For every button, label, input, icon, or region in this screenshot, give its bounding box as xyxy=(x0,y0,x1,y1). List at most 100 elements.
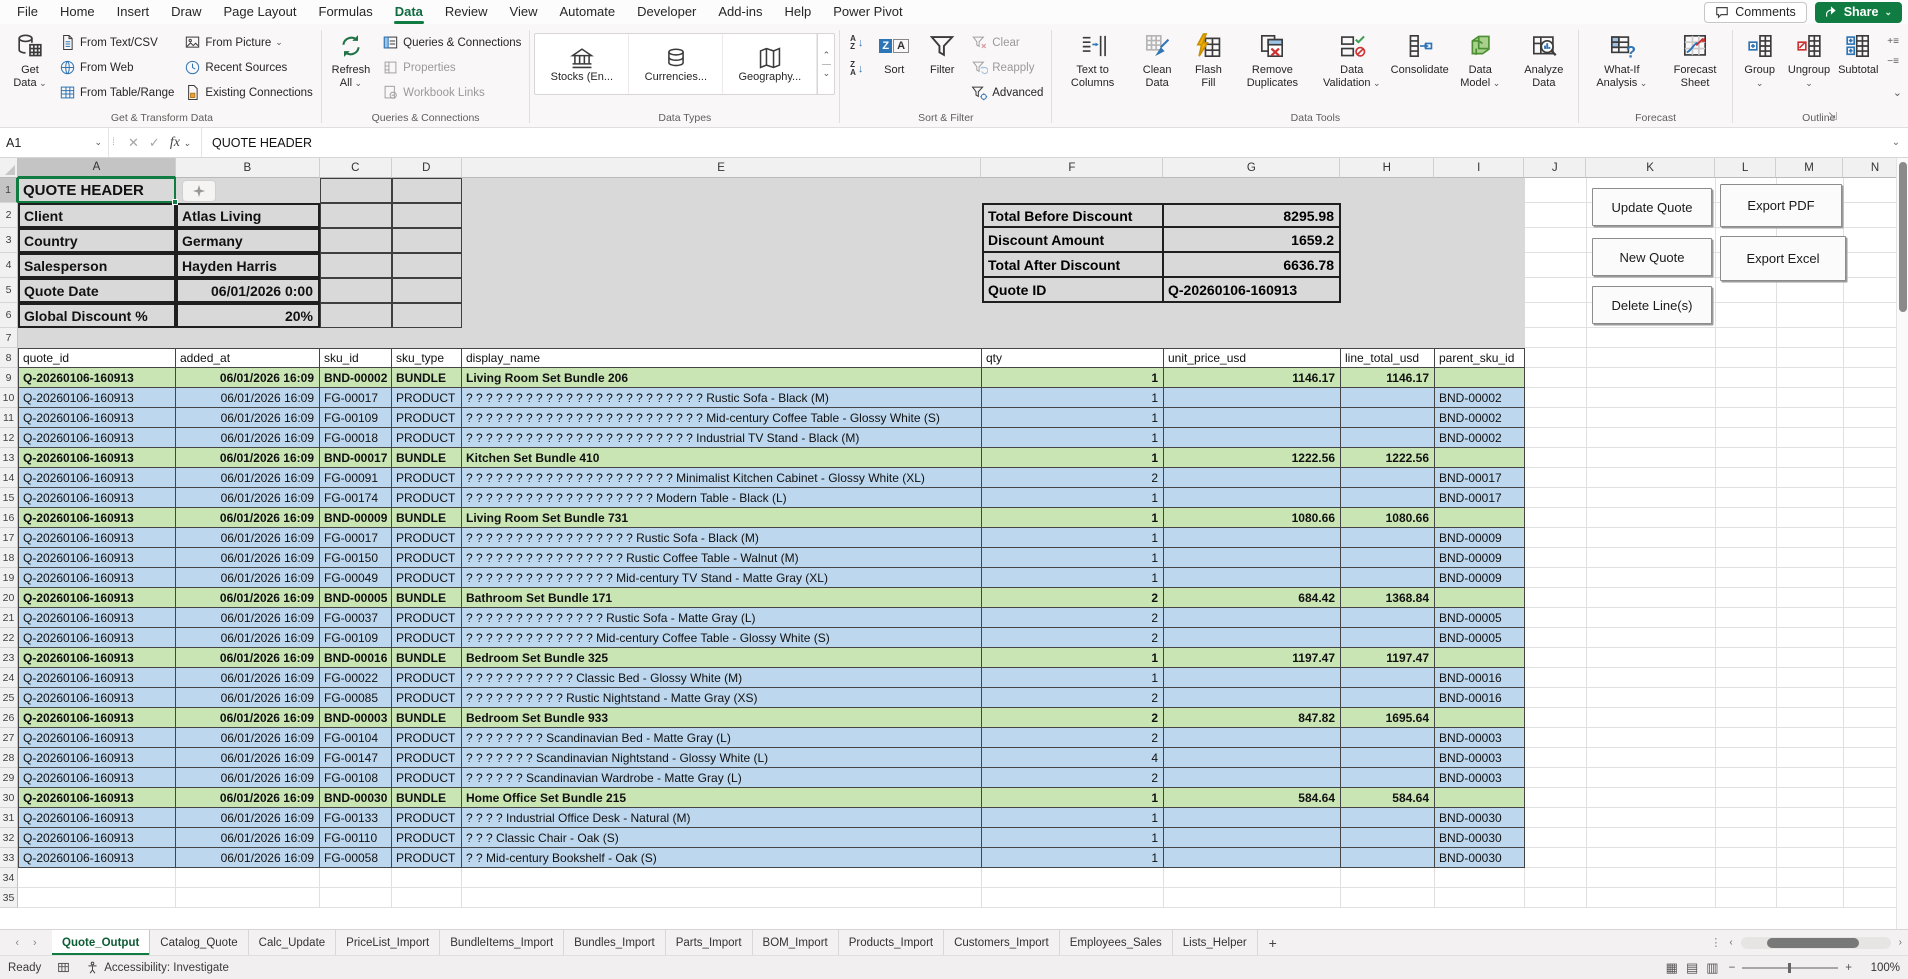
cell-E7[interactable] xyxy=(462,328,982,348)
cell-B30[interactable]: 06/01/2026 16:09 xyxy=(176,788,320,808)
cell-D4[interactable] xyxy=(392,253,462,278)
cell-F1[interactable] xyxy=(982,178,1164,203)
existing-connections-button[interactable]: Existing Connections xyxy=(180,81,316,104)
cell-A28[interactable]: Q-20260106-160913 xyxy=(18,748,176,768)
zoom-level[interactable]: 100% xyxy=(1862,962,1900,974)
cell-H3[interactable] xyxy=(1341,228,1435,253)
cell-G1[interactable] xyxy=(1164,178,1341,203)
cell-A15[interactable]: Q-20260106-160913 xyxy=(18,488,176,508)
cell-L12[interactable] xyxy=(1716,428,1777,448)
cell-C6[interactable] xyxy=(320,303,392,328)
cell-I10[interactable]: BND-00002 xyxy=(1435,388,1525,408)
cell-A8[interactable]: quote_id xyxy=(18,348,176,368)
cell-E3[interactable] xyxy=(462,228,982,253)
cell-M24[interactable] xyxy=(1777,668,1844,688)
cell-A17[interactable]: Q-20260106-160913 xyxy=(18,528,176,548)
cell-F10[interactable]: 1 xyxy=(982,388,1164,408)
cell-B3[interactable]: Germany xyxy=(176,228,320,253)
cell-A31[interactable]: Q-20260106-160913 xyxy=(18,808,176,828)
cell-A32[interactable]: Q-20260106-160913 xyxy=(18,828,176,848)
menu-tab-formulas[interactable]: Formulas xyxy=(308,2,384,23)
view-page-break-icon[interactable]: ▥ xyxy=(1706,960,1718,976)
cell-E29[interactable]: ? ? ? ? ? ? Scandinavian Wardrobe - Matt… xyxy=(462,768,982,788)
cell-B8[interactable]: added_at xyxy=(176,348,320,368)
cell-G20[interactable]: 684.42 xyxy=(1164,588,1341,608)
cell-I7[interactable] xyxy=(1435,328,1525,348)
row-header-7[interactable]: 7 xyxy=(0,328,18,348)
cell-A5[interactable]: Quote Date xyxy=(18,278,176,303)
cell-E30[interactable]: Home Office Set Bundle 215 xyxy=(462,788,982,808)
cell-A1[interactable]: QUOTE HEADER xyxy=(18,178,176,203)
cell-B23[interactable]: 06/01/2026 16:09 xyxy=(176,648,320,668)
cell-J31[interactable] xyxy=(1525,808,1587,828)
cell-A13[interactable]: Q-20260106-160913 xyxy=(18,448,176,468)
from-text-csv-button[interactable]: From Text/CSV xyxy=(55,31,178,54)
cell-F8[interactable]: qty xyxy=(982,348,1164,368)
hscroll-right-icon[interactable]: › xyxy=(1899,937,1902,948)
row-header-24[interactable]: 24 xyxy=(0,668,18,688)
column-header-F[interactable]: F xyxy=(981,158,1163,178)
cell-K16[interactable] xyxy=(1587,508,1716,528)
sheet-tab-calc-update[interactable]: Calc_Update xyxy=(249,930,336,955)
cell-F18[interactable]: 1 xyxy=(982,548,1164,568)
cell-J7[interactable] xyxy=(1525,328,1587,348)
cell-K31[interactable] xyxy=(1587,808,1716,828)
cell-A23[interactable]: Q-20260106-160913 xyxy=(18,648,176,668)
cell-I28[interactable]: BND-00003 xyxy=(1435,748,1525,768)
cell-A18[interactable]: Q-20260106-160913 xyxy=(18,548,176,568)
cell-J34[interactable] xyxy=(1525,868,1587,888)
cell-A30[interactable]: Q-20260106-160913 xyxy=(18,788,176,808)
cell-C14[interactable]: FG-00091 xyxy=(320,468,392,488)
row-header-5[interactable]: 5 xyxy=(0,278,18,303)
cell-D2[interactable] xyxy=(392,203,462,228)
cell-J28[interactable] xyxy=(1525,748,1587,768)
cell-H24[interactable] xyxy=(1341,668,1435,688)
cell-A2[interactable]: Client xyxy=(18,203,176,228)
cell-F30[interactable]: 1 xyxy=(982,788,1164,808)
cell-E23[interactable]: Bedroom Set Bundle 325 xyxy=(462,648,982,668)
sheet-tab-pricelist-import[interactable]: PriceList_Import xyxy=(336,930,440,955)
cell-E15[interactable]: ? ? ? ? ? ? ? ? ? ? ? ? ? ? ? ? ? ? ? Mo… xyxy=(462,488,982,508)
cell-J24[interactable] xyxy=(1525,668,1587,688)
what-if-analysis-button[interactable]: ?What-If Analysis ⌄ xyxy=(1583,29,1660,107)
cell-F11[interactable]: 1 xyxy=(982,408,1164,428)
filter-button[interactable]: Filter xyxy=(919,29,965,107)
cell-A24[interactable]: Q-20260106-160913 xyxy=(18,668,176,688)
cell-H23[interactable]: 1197.47 xyxy=(1341,648,1435,668)
cell-B14[interactable]: 06/01/2026 16:09 xyxy=(176,468,320,488)
row-header-3[interactable]: 3 xyxy=(0,228,18,253)
cell-K8[interactable] xyxy=(1587,348,1716,368)
sheet-tab-catalog-quote[interactable]: Catalog_Quote xyxy=(150,930,248,955)
cell-G26[interactable]: 847.82 xyxy=(1164,708,1341,728)
cell-M11[interactable] xyxy=(1777,408,1844,428)
cell-I22[interactable]: BND-00005 xyxy=(1435,628,1525,648)
cell-H1[interactable] xyxy=(1341,178,1435,203)
menu-tab-draw[interactable]: Draw xyxy=(160,2,212,23)
cell-J33[interactable] xyxy=(1525,848,1587,868)
cell-M5[interactable] xyxy=(1777,278,1844,303)
cell-G10[interactable] xyxy=(1164,388,1341,408)
row-header-10[interactable]: 10 xyxy=(0,388,18,408)
cell-J23[interactable] xyxy=(1525,648,1587,668)
cell-H28[interactable] xyxy=(1341,748,1435,768)
cell-I23[interactable] xyxy=(1435,648,1525,668)
cell-H14[interactable] xyxy=(1341,468,1435,488)
confirm-entry-icon[interactable]: ✓ xyxy=(149,135,160,151)
subtotal-button[interactable]: Subtotal xyxy=(1835,29,1881,107)
cell-A33[interactable]: Q-20260106-160913 xyxy=(18,848,176,868)
row-header-15[interactable]: 15 xyxy=(0,488,18,508)
cell-G15[interactable] xyxy=(1164,488,1341,508)
cell-D29[interactable]: PRODUCT xyxy=(392,768,462,788)
cell-L32[interactable] xyxy=(1716,828,1777,848)
cell-B15[interactable]: 06/01/2026 16:09 xyxy=(176,488,320,508)
cell-B13[interactable]: 06/01/2026 16:09 xyxy=(176,448,320,468)
cell-E32[interactable]: ? ? ? Classic Chair - Oak (S) xyxy=(462,828,982,848)
cell-M29[interactable] xyxy=(1777,768,1844,788)
menu-tab-file[interactable]: File xyxy=(6,2,49,23)
cell-C27[interactable]: FG-00104 xyxy=(320,728,392,748)
cell-I17[interactable]: BND-00009 xyxy=(1435,528,1525,548)
select-all-corner[interactable] xyxy=(0,158,18,178)
cell-C17[interactable]: FG-00017 xyxy=(320,528,392,548)
cell-H4[interactable] xyxy=(1341,253,1435,278)
cell-M15[interactable] xyxy=(1777,488,1844,508)
